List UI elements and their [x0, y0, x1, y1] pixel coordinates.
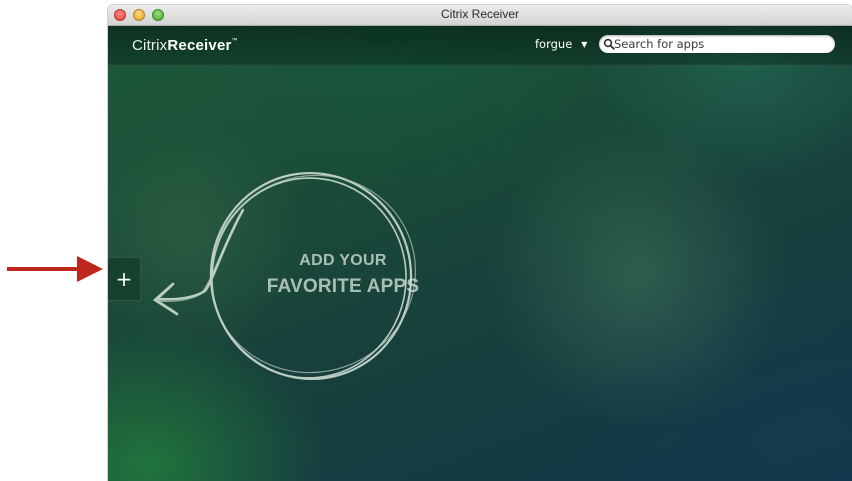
plus-icon: +	[115, 267, 133, 291]
add-apps-button[interactable]: +	[108, 257, 141, 301]
logo-text-citrix: Citrix	[132, 37, 168, 54]
logo-trademark: ™	[231, 38, 238, 44]
search-input[interactable]	[614, 35, 829, 53]
hint-text-line2: FAVORITE APPS	[266, 276, 420, 297]
user-name: forgue	[535, 37, 573, 51]
app-content: CitrixReceiver™ forgue ▼ +	[108, 26, 852, 481]
user-menu-dropdown[interactable]: forgue ▼	[535, 37, 587, 51]
title-bar[interactable]: Citrix Receiver	[108, 5, 852, 26]
window-title: Citrix Receiver	[440, 7, 519, 21]
search-box[interactable]	[599, 35, 835, 53]
hint-text-line1: ADD YOUR	[299, 252, 387, 269]
citrix-receiver-logo: CitrixReceiver™	[132, 37, 238, 54]
annotation-arrow-icon	[7, 256, 103, 282]
screenshot-canvas: Citrix Receiver CitrixReceiver™ forgue ▼ …	[0, 0, 852, 481]
logo-text-receiver: Receiver	[167, 37, 232, 54]
top-bar: CitrixReceiver™ forgue ▼	[108, 26, 852, 65]
app-window: Citrix Receiver CitrixReceiver™ forgue ▼ …	[108, 5, 852, 481]
caret-down-icon: ▼	[581, 40, 588, 49]
